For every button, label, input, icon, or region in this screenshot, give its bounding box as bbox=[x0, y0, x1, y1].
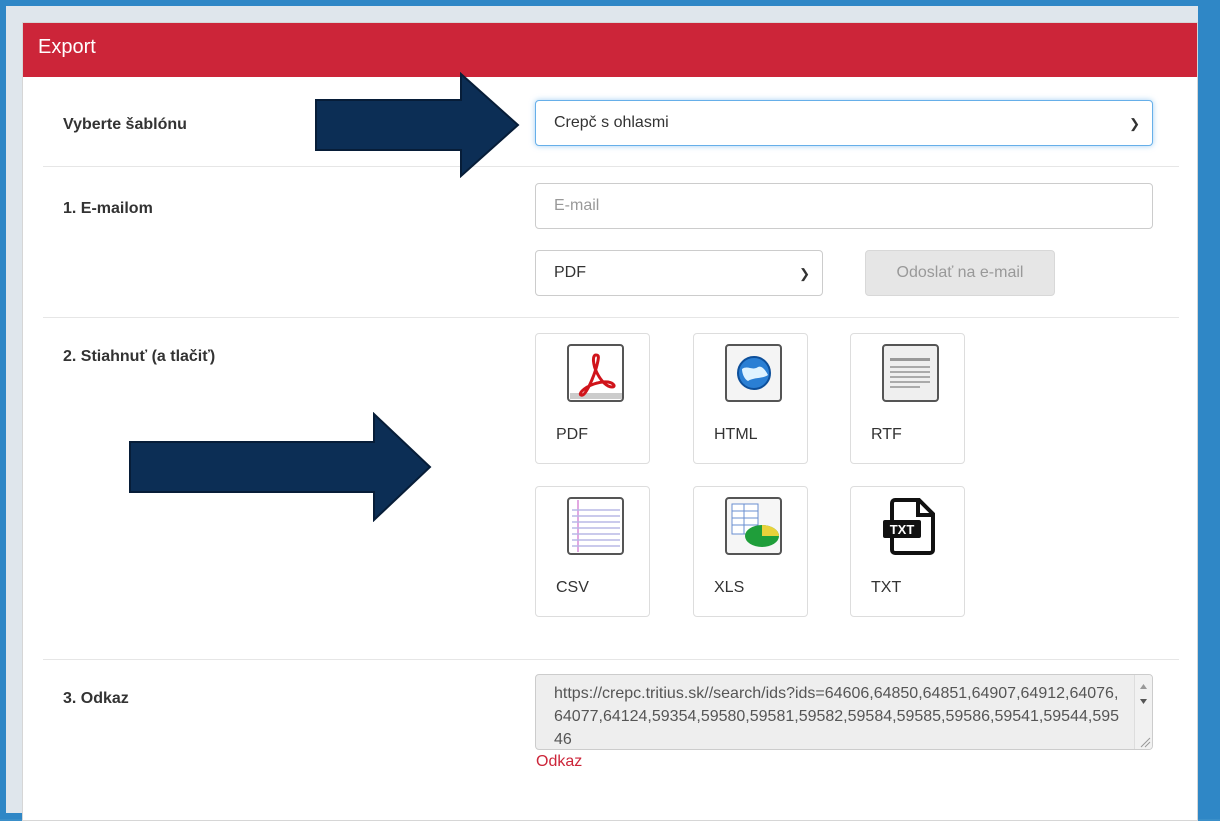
download-xls-button[interactable]: XLS bbox=[693, 486, 808, 617]
send-email-button[interactable]: Odoslať na e-mail bbox=[865, 250, 1055, 296]
csv-lines-icon bbox=[567, 497, 624, 555]
panel-title: Export bbox=[23, 23, 1197, 77]
divider bbox=[43, 166, 1179, 167]
format-label-xls: XLS bbox=[714, 579, 745, 596]
divider bbox=[43, 659, 1179, 660]
svg-text:TXT: TXT bbox=[890, 522, 915, 537]
download-pdf-button[interactable]: PDF bbox=[535, 333, 650, 464]
email-format-select[interactable]: PDF ❯ bbox=[535, 250, 823, 296]
template-label: Vyberte šablónu bbox=[63, 116, 187, 133]
link-label: 3. Odkaz bbox=[63, 690, 129, 707]
pdf-icon bbox=[567, 344, 624, 402]
html-globe-icon bbox=[725, 344, 782, 402]
download-html-button[interactable]: HTML bbox=[693, 333, 808, 464]
format-label-pdf: PDF bbox=[556, 426, 588, 443]
rtf-document-icon bbox=[882, 344, 939, 402]
link-anchor[interactable]: Odkaz bbox=[536, 753, 582, 771]
link-url-text: https://crepc.tritius.sk//search/ids?ids… bbox=[554, 685, 1120, 748]
chevron-down-icon: ❯ bbox=[1129, 116, 1140, 131]
email-format-value: PDF bbox=[554, 264, 586, 281]
link-url-textarea[interactable]: https://crepc.tritius.sk//search/ids?ids… bbox=[535, 674, 1153, 750]
format-label-html: HTML bbox=[714, 426, 758, 443]
format-label-rtf: RTF bbox=[871, 426, 902, 443]
format-label-txt: TXT bbox=[871, 579, 902, 596]
template-select[interactable]: Crepč s ohlasmi ❯ bbox=[535, 100, 1153, 146]
email-field[interactable]: E-mail bbox=[535, 183, 1153, 229]
email-placeholder: E-mail bbox=[554, 197, 600, 214]
xls-spreadsheet-icon bbox=[725, 497, 782, 555]
download-label: 2. Stiahnuť (a tlačiť) bbox=[63, 348, 216, 365]
arrow-right-icon bbox=[129, 412, 432, 522]
download-rtf-button[interactable]: RTF bbox=[850, 333, 965, 464]
chevron-down-icon: ❯ bbox=[799, 266, 810, 281]
divider bbox=[43, 317, 1179, 318]
email-label: 1. E-mailom bbox=[63, 200, 153, 217]
scrollbar[interactable] bbox=[1134, 675, 1152, 749]
format-label-csv: CSV bbox=[556, 579, 589, 596]
download-csv-button[interactable]: CSV bbox=[535, 486, 650, 617]
arrow-right-icon bbox=[315, 72, 520, 178]
txt-file-icon: TXT bbox=[883, 498, 935, 555]
template-select-value: Crepč s ohlasmi bbox=[554, 114, 669, 131]
download-txt-button[interactable]: TXT TXT bbox=[850, 486, 965, 617]
